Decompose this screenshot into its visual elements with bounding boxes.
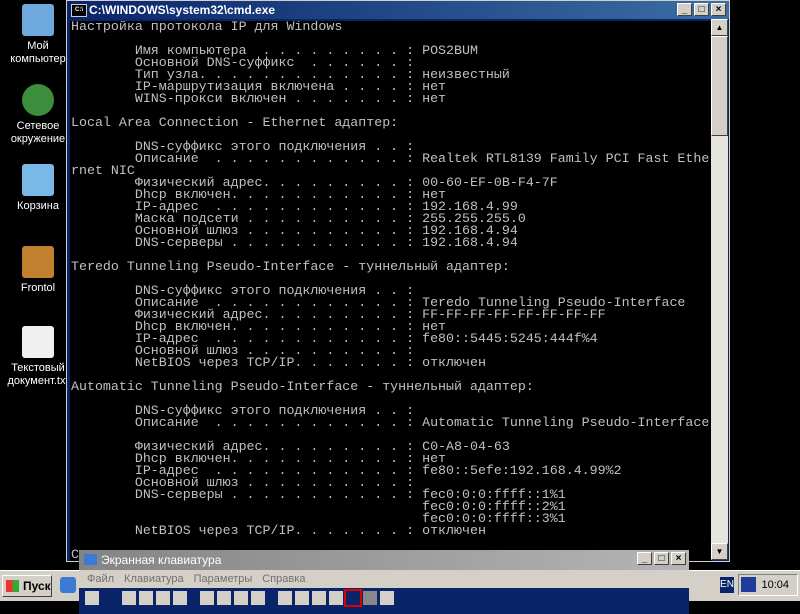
system-tray: 10:04 [738,574,798,596]
quick-launch-ie-icon[interactable] [60,577,76,593]
window-title: C:\WINDOWS\system32\cmd.exe [89,3,276,17]
close-button[interactable]: × [711,3,726,16]
key[interactable] [295,591,309,605]
start-button[interactable]: Пуск [2,575,52,597]
key[interactable] [217,591,231,605]
recycle-bin-icon [22,164,54,196]
osk-keys [79,588,689,614]
computer-icon [22,4,54,36]
language-indicator[interactable]: EN [720,577,734,593]
icon-label: Frontol [20,282,56,294]
menu-help[interactable]: Справка [262,573,305,585]
cmd-icon: C:\ [71,4,87,17]
key[interactable] [251,591,265,605]
osk-title: Экранная клавиатура [101,553,222,567]
desktop-icon-my-computer[interactable]: Мой компьютер [5,4,71,66]
console-line: Local Area Connection - Ethernet адаптер… [71,115,399,130]
text-file-icon [22,326,54,358]
key[interactable] [329,591,343,605]
key[interactable] [85,591,99,605]
network-icon [22,84,54,116]
key[interactable] [278,591,292,605]
key[interactable] [200,591,214,605]
console-line: NetBIOS через TCP/IP. . . . . . . : откл… [71,523,486,538]
scroll-thumb[interactable] [711,36,728,136]
key[interactable] [139,591,153,605]
start-label: Пуск [23,579,51,593]
key[interactable] [122,591,136,605]
on-screen-keyboard-window: Экранная клавиатура _ □ × Файл Клавиатура Па… [79,550,689,614]
key[interactable] [173,591,187,605]
menu-file[interactable]: Файл [87,573,114,585]
desktop-icon-text-document[interactable]: Текстовый документ.txt [5,326,71,388]
console-line: Teredo Tunneling Pseudo-Interface - тунн… [71,259,510,274]
icon-label: Корзина [17,200,59,212]
icon-label: Сетевое окружение [10,120,66,145]
osk-maximize-button[interactable]: □ [654,552,669,565]
console-line: DNS-серверы . . . . . . . . . . . : 192.… [71,235,518,250]
console-line: Описание . . . . . . . . . . . . : Realt… [71,151,710,166]
icon-label: Мой компьютер [10,40,66,65]
clock[interactable]: 10:04 [761,579,789,591]
desktop-icon-network[interactable]: Сетевое окружение [5,84,71,146]
menu-options[interactable]: Параметры [194,573,253,585]
desktop-icon-frontol[interactable]: Frontol [5,246,71,295]
icon-label: Текстовый документ.txt [7,362,69,387]
frontol-icon [22,246,54,278]
key[interactable] [234,591,248,605]
console-output[interactable]: Настройка протокола IP для Windows Имя к… [70,21,712,561]
tray-app-icon[interactable] [741,577,756,592]
cmd-window: C:\ C:\WINDOWS\system32\cmd.exe _ □ × Наст… [66,0,730,562]
console-line: NetBIOS через TCP/IP. . . . . . . : откл… [71,355,486,370]
key[interactable] [312,591,326,605]
key[interactable] [363,591,377,605]
maximize-button[interactable]: □ [694,3,709,16]
osk-title-bar[interactable]: Экранная клавиатура _ □ × [79,550,689,570]
console-line: Настройка протокола IP для Windows [71,21,343,34]
vertical-scrollbar[interactable]: ▲ ▼ [711,19,728,560]
console-text: Настройка протокола IP для Windows Имя к… [70,21,712,561]
minimize-button[interactable]: _ [677,3,692,16]
cmd-title-bar[interactable]: C:\ C:\WINDOWS\system32\cmd.exe _ □ × [67,1,729,19]
console-line: Описание . . . . . . . . . . . . : Autom… [71,415,710,430]
osk-close-button[interactable]: × [671,552,686,565]
console-line: WINS-прокси включен . . . . . . . : нет [71,91,447,106]
key[interactable] [156,591,170,605]
keyboard-icon [84,554,97,565]
scroll-up-icon[interactable]: ▲ [711,19,728,36]
scroll-down-icon[interactable]: ▼ [711,543,728,560]
osk-menu-bar: Файл Клавиатура Параметры Справка [79,570,689,588]
menu-keyboard[interactable]: Клавиатура [124,573,184,585]
key[interactable] [344,589,362,607]
key[interactable] [380,591,394,605]
console-line: Automatic Tunneling Pseudo-Interface - т… [71,379,534,394]
osk-minimize-button[interactable]: _ [637,552,652,565]
desktop-icon-recycle-bin[interactable]: Корзина [5,164,71,213]
windows-logo-icon [6,580,19,592]
